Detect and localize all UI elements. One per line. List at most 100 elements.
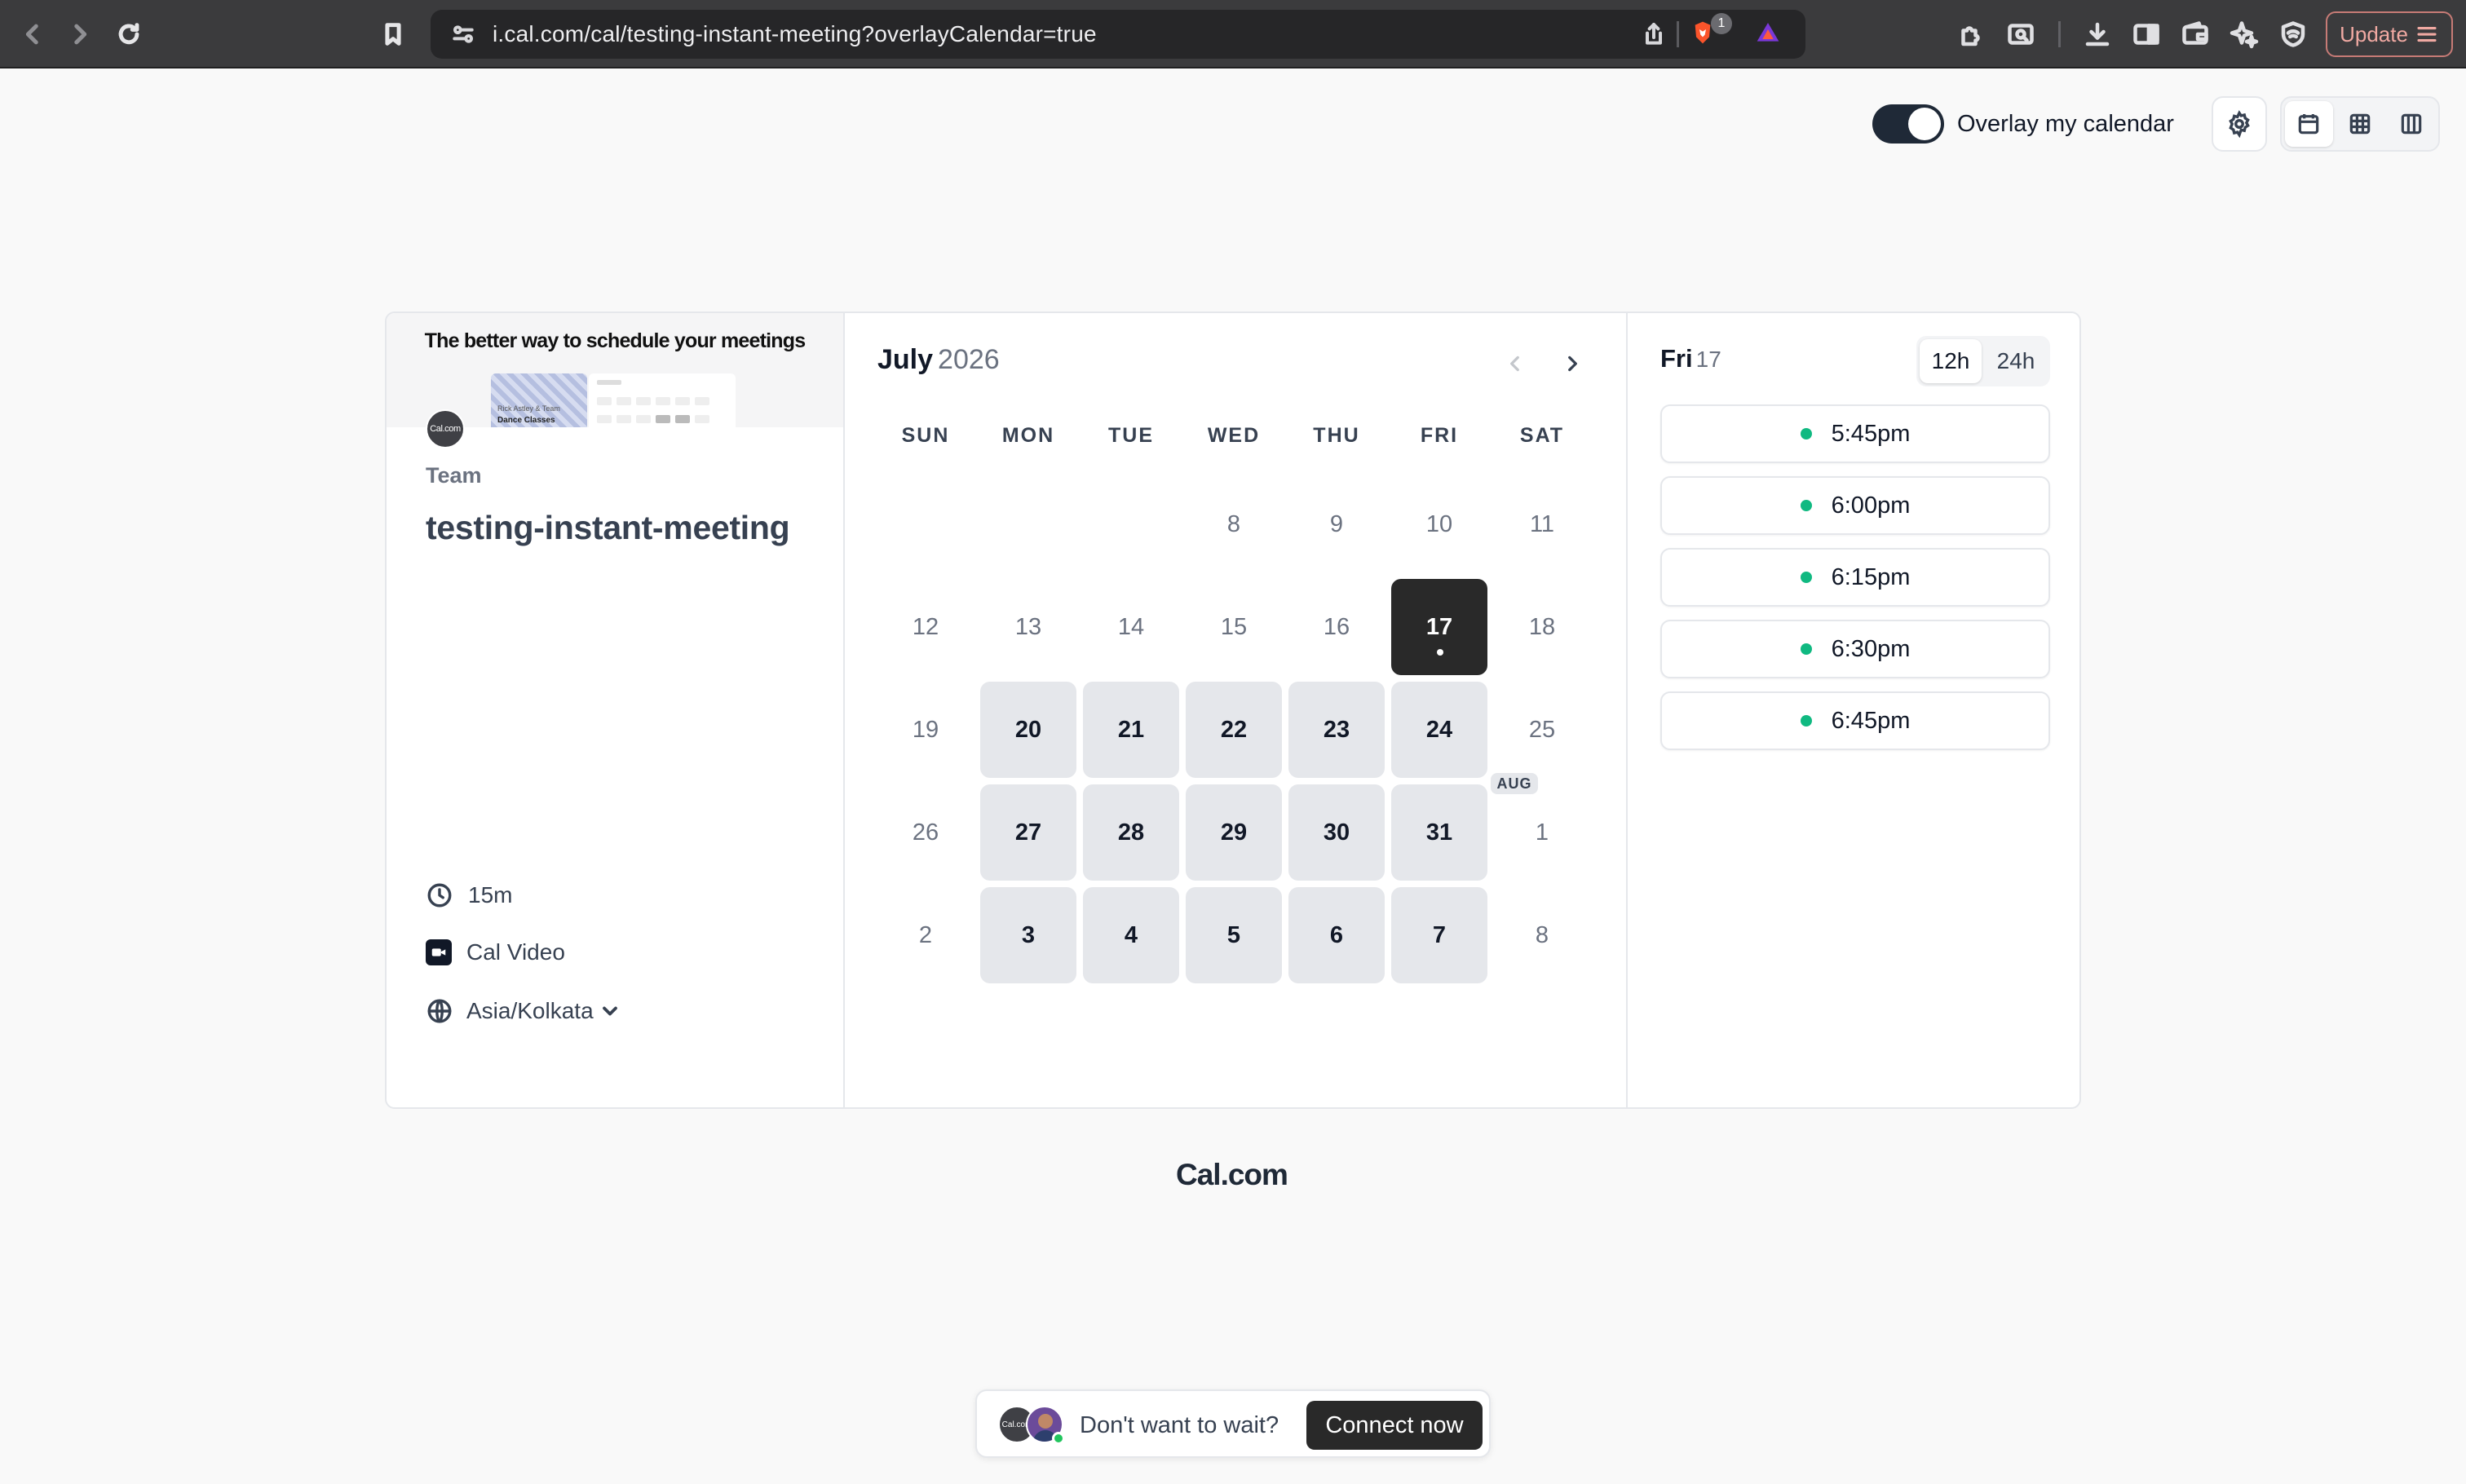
event-banner: The better way to schedule your meetings… <box>387 313 843 427</box>
time-slot-button[interactable]: 6:15pm <box>1660 548 2050 607</box>
overlay-calendar-label: Overlay my calendar <box>1957 111 2174 137</box>
downloads-icon[interactable] <box>2078 15 2117 54</box>
date-picker: July 2026 SUN MON TUE WED THU FRI SAT 8 9 10 11 12 1… <box>845 313 1628 1107</box>
day-cell: 8 <box>1535 921 1549 948</box>
day-cell[interactable]: 7 <box>1391 887 1487 983</box>
year-label: 2026 <box>938 344 1000 375</box>
availability-dot <box>1800 643 1812 655</box>
day-cell: 10 <box>1425 510 1453 537</box>
day-cell[interactable]: 22 <box>1186 682 1282 778</box>
month-name: July <box>877 344 934 375</box>
prev-month-button[interactable] <box>1497 346 1533 382</box>
extensions-icon[interactable] <box>1952 15 1991 54</box>
day-cell[interactable]: 3 <box>980 887 1076 983</box>
reload-icon[interactable] <box>109 15 148 54</box>
url-text[interactable]: i.cal.com/cal/testing-instant-meeting?ov… <box>493 10 1097 59</box>
menu-icon <box>2417 26 2437 42</box>
reader-mode-icon[interactable] <box>2001 15 2040 54</box>
gear-icon <box>2229 110 2250 138</box>
day-cell: 15 <box>1220 613 1248 640</box>
day-cell: 26 <box>912 819 939 846</box>
chevron-left-icon <box>1510 356 1519 372</box>
timezone-selector[interactable]: Asia/Kolkata <box>426 995 621 1027</box>
bookmark-icon[interactable] <box>373 15 413 54</box>
day-cell: 18 <box>1528 613 1556 640</box>
toggle-knob <box>1908 108 1941 140</box>
update-button[interactable]: Update <box>2326 11 2453 57</box>
day-cell: 16 <box>1323 613 1350 640</box>
brave-rewards-icon[interactable] <box>1755 20 1781 46</box>
banner-title: The better way to schedule your meetings <box>424 329 807 352</box>
day-cell[interactable]: 30 <box>1288 784 1385 881</box>
org-avatar: Cal.com <box>426 409 465 448</box>
location-label: Cal Video <box>466 939 565 965</box>
wallet-icon[interactable] <box>2176 15 2215 54</box>
browser-toolbar: i.cal.com/cal/testing-instant-meeting?ov… <box>0 0 2466 68</box>
week-view-button[interactable] <box>2336 101 2384 147</box>
day-cell: 12 <box>912 613 939 640</box>
day-cell: 19 <box>912 716 939 743</box>
column-view-button[interactable] <box>2387 101 2435 147</box>
team-name: Team <box>426 463 482 488</box>
share-icon[interactable] <box>1639 20 1668 49</box>
sidebar-icon[interactable] <box>2127 15 2166 54</box>
day-cell: 8 <box>1226 510 1241 537</box>
next-month-badge: AUG <box>1491 773 1538 794</box>
toolbar-separator <box>2058 21 2061 47</box>
day-cell[interactable]: 31 <box>1391 784 1487 881</box>
vpn-icon[interactable] <box>2274 15 2313 54</box>
time-slot-button[interactable]: 5:45pm <box>1660 404 2050 463</box>
day-cell[interactable]: 5 <box>1186 887 1282 983</box>
month-view-button[interactable] <box>2285 101 2333 147</box>
instant-meeting-bar: Cal.com Don't want to wait? Connect now <box>975 1389 1491 1458</box>
time-slot-label: 6:45pm <box>1831 707 1911 734</box>
connect-now-button[interactable]: Connect now <box>1306 1401 1483 1450</box>
day-cell: 11 <box>1529 510 1555 537</box>
time-slot-button[interactable]: 6:00pm <box>1660 476 2050 535</box>
time-slot-button[interactable]: 6:45pm <box>1660 691 2050 750</box>
day-selected[interactable]: 17 <box>1391 579 1487 675</box>
availability-dot <box>1800 572 1812 583</box>
banner-preview-title: Dance Classes <box>497 416 555 425</box>
update-label: Update <box>2340 21 2408 46</box>
day-cell[interactable]: 4 <box>1083 887 1179 983</box>
weekday-wed: WED <box>1207 424 1261 447</box>
weekday-thu: THU <box>1313 424 1360 447</box>
day-cell[interactable]: 21 <box>1083 682 1179 778</box>
calendar-settings-button[interactable] <box>2212 96 2267 152</box>
format-12h-button[interactable]: 12h <box>1920 339 1982 383</box>
day-cell: 2 <box>918 921 933 948</box>
back-icon[interactable] <box>13 15 52 54</box>
day-cell[interactable]: 28 <box>1083 784 1179 881</box>
day-cell[interactable]: 6 <box>1288 887 1385 983</box>
chevron-right-icon <box>1568 356 1577 372</box>
weekday-sat: SAT <box>1519 424 1565 447</box>
day-cell[interactable]: 29 <box>1186 784 1282 881</box>
time-slot-button[interactable]: 6:30pm <box>1660 620 2050 678</box>
day-cell[interactable]: 20 <box>980 682 1076 778</box>
globe-icon <box>427 999 452 1023</box>
day-cell[interactable]: 27 <box>980 784 1076 881</box>
day-cell: 14 <box>1117 613 1145 640</box>
timezone-label: Asia/Kolkata <box>466 998 594 1023</box>
weekday-mon: MON <box>1001 424 1055 447</box>
site-settings-icon[interactable] <box>449 20 478 49</box>
cal-brand-logo: Cal.com <box>1176 1158 1288 1191</box>
duration-row: 15m <box>426 879 512 912</box>
format-24h-button[interactable]: 24h <box>1985 339 2047 383</box>
time-slot-label: 6:30pm <box>1831 635 1911 662</box>
overlay-calendar-toggle[interactable] <box>1872 104 1944 144</box>
time-format-toggle: 12h 24h <box>1916 336 2050 386</box>
day-cell: 25 <box>1528 716 1556 743</box>
next-month-button[interactable] <box>1554 346 1590 382</box>
day-cell[interactable]: 23 <box>1288 682 1385 778</box>
day-cell[interactable]: 24 <box>1391 682 1487 778</box>
selected-day-number: 17 <box>1695 347 1721 372</box>
address-bar[interactable]: i.cal.com/cal/testing-instant-meeting?ov… <box>431 10 1805 59</box>
event-meta-panel: The better way to schedule your meetings… <box>387 313 845 1107</box>
selected-date-label: Fri 17 <box>1660 344 1721 373</box>
availability-dot <box>1800 715 1812 727</box>
forward-icon[interactable] <box>60 15 99 54</box>
grid-icon <box>2349 113 2371 135</box>
leo-ai-icon[interactable] <box>2225 15 2264 54</box>
